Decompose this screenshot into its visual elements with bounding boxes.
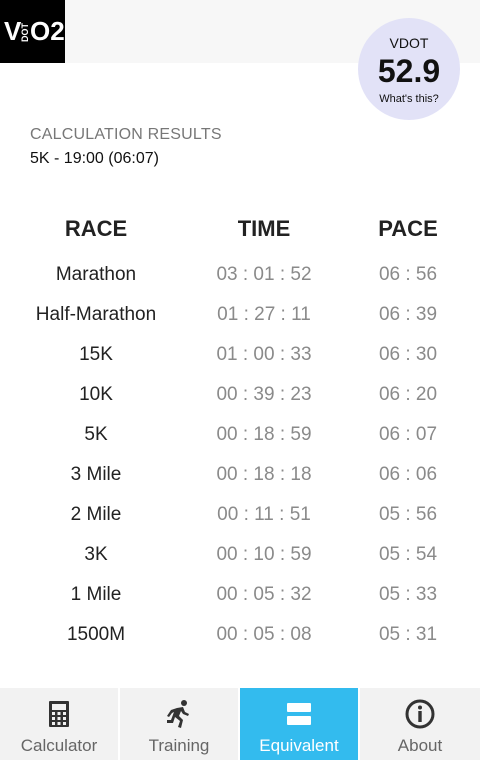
race-cell: Half-Marathon — [35, 304, 157, 325]
tab-training[interactable]: Training — [120, 688, 238, 760]
results-title: CALCULATION RESULTS — [30, 126, 222, 143]
table-row: Marathon 03 : 01 : 52 06 : 56 — [0, 264, 480, 304]
pace-cell: 05 : 31 — [378, 624, 438, 645]
race-cell: 3K — [84, 544, 108, 565]
pace-cell: 06 : 39 — [378, 304, 438, 325]
time-cell: 00 : 39 : 23 — [216, 384, 312, 405]
header-pace: PACE — [378, 216, 438, 241]
table-row: Half-Marathon 01 : 27 : 11 06 : 39 — [0, 304, 480, 344]
pace-cell: 05 : 33 — [378, 584, 438, 605]
logo-v: V — [4, 16, 22, 46]
time-cell: 01 : 00 : 33 — [216, 344, 312, 365]
table-row: 3K 00 : 10 : 59 05 : 54 — [0, 544, 480, 584]
bottom-tab-bar: Calculator Training Equivalent About — [0, 688, 480, 760]
logo-dot: DOT — [20, 23, 30, 42]
pace-cell: 05 : 54 — [378, 544, 438, 565]
tab-calculator[interactable]: Calculator — [0, 688, 118, 760]
race-cell: 10K — [79, 384, 113, 405]
tab-about[interactable]: About — [360, 688, 480, 760]
pace-cell: 06 : 56 — [378, 264, 438, 285]
time-cell: 00 : 05 : 08 — [216, 624, 312, 645]
vdot-badge[interactable]: VDOT 52.9 What's this? — [358, 18, 460, 120]
calculator-icon — [49, 701, 69, 727]
race-cell: 3 Mile — [70, 464, 122, 485]
pace-cell: 06 : 20 — [378, 384, 438, 405]
info-icon — [405, 699, 435, 729]
tab-equivalent-label: Equivalent — [259, 736, 339, 755]
time-cell: 00 : 18 : 59 — [216, 424, 312, 445]
tab-calculator-label: Calculator — [20, 736, 98, 755]
time-cell: 03 : 01 : 52 — [216, 264, 312, 285]
results-subtitle: 5K - 19:00 (06:07) — [30, 150, 159, 167]
table-row: 5K 00 : 18 : 59 06 : 07 — [0, 424, 480, 464]
time-cell: 00 : 18 : 18 — [216, 464, 312, 485]
table-header: RACE TIME PACE — [0, 208, 480, 248]
table-row: 15K 01 : 00 : 33 06 : 30 — [0, 344, 480, 384]
whats-this-link[interactable]: What's this? — [358, 93, 460, 105]
race-cell: 1500M — [66, 624, 126, 645]
race-cell: 1 Mile — [70, 584, 122, 605]
race-cell: 2 Mile — [70, 504, 122, 525]
race-cell: 15K — [79, 344, 113, 365]
table-row: 2 Mile 00 : 11 : 51 05 : 56 — [0, 504, 480, 544]
time-cell: 00 : 10 : 59 — [216, 544, 312, 565]
time-cell: 01 : 27 : 11 — [217, 304, 311, 325]
time-cell: 00 : 05 : 32 — [216, 584, 312, 605]
race-cell: 5K — [84, 424, 108, 445]
tab-training-label: Training — [148, 736, 210, 755]
race-cell: Marathon — [55, 264, 137, 285]
runner-icon — [167, 700, 189, 728]
table-row: 10K 00 : 39 : 23 06 : 20 — [0, 384, 480, 424]
header-time: TIME — [237, 216, 291, 241]
equivalent-icon — [287, 703, 311, 725]
pace-cell: 06 : 06 — [378, 464, 438, 485]
logo-o2: O2 — [30, 16, 65, 46]
vdot-label: VDOT — [389, 35, 429, 51]
app-logo: V DOT O2 — [0, 0, 65, 63]
vdot-value: 52.9 — [377, 53, 441, 89]
pace-cell: 05 : 56 — [378, 504, 438, 525]
header-race: RACE — [64, 216, 128, 241]
time-cell: 00 : 11 : 51 — [217, 504, 311, 525]
table-row: 1500M 00 : 05 : 08 05 : 31 — [0, 624, 480, 664]
tab-about-label: About — [397, 736, 443, 755]
table-row: 3 Mile 00 : 18 : 18 06 : 06 — [0, 464, 480, 504]
table-row: 1 Mile 00 : 05 : 32 05 : 33 — [0, 584, 480, 624]
tab-equivalent[interactable]: Equivalent — [240, 688, 358, 760]
pace-cell: 06 : 30 — [378, 344, 438, 365]
pace-cell: 06 : 07 — [378, 424, 438, 445]
